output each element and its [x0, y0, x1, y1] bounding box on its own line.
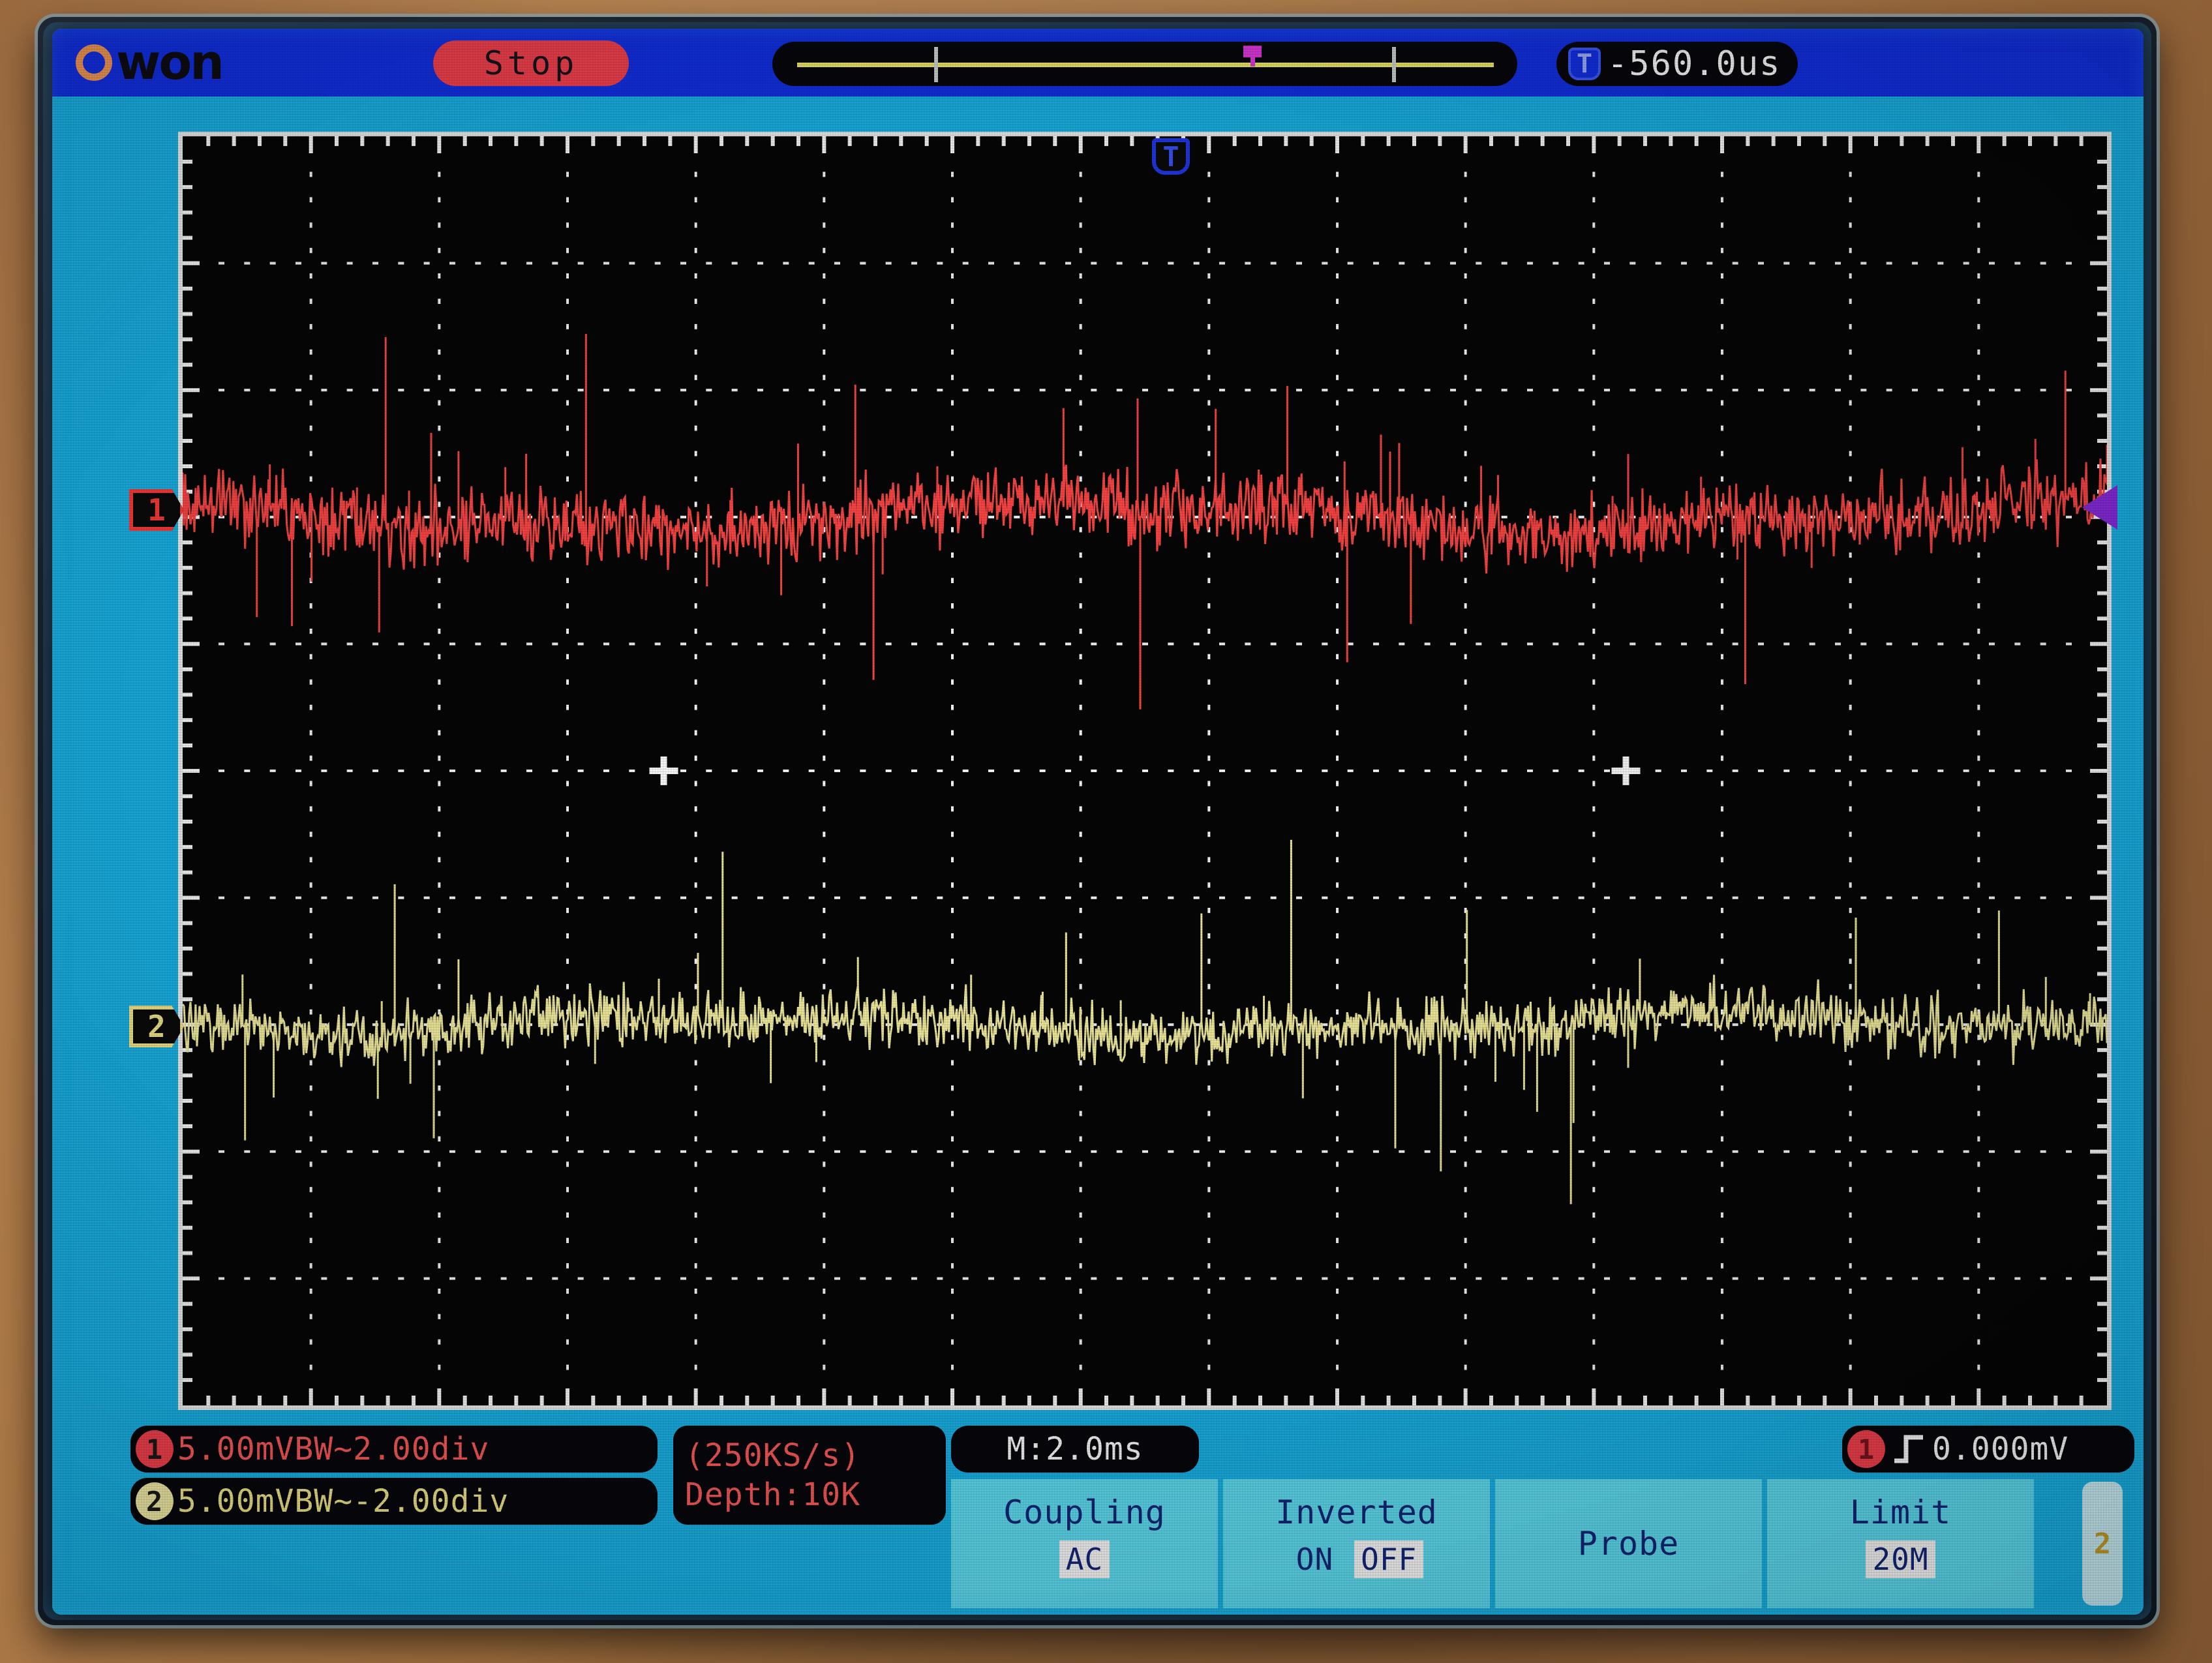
memory-trigger-marker-icon: [1243, 46, 1262, 67]
menu-button-probe[interactable]: Probe: [1495, 1479, 1762, 1608]
channel-select-tab[interactable]: 2: [2082, 1482, 2123, 1606]
trigger-t-icon: T: [1568, 48, 1601, 80]
top-status-bar: won Stop T -560.0us: [52, 29, 2144, 97]
waveform-area: [183, 136, 2107, 1405]
lcd-screen: won Stop T -560.0us 1 2 T 1 5.00mVBW~2.0…: [52, 29, 2144, 1615]
right-chrome: [2112, 97, 2144, 1411]
channel-1-badge: 1: [136, 1430, 174, 1468]
menu-options-coupling: AC: [1059, 1540, 1110, 1578]
grid-dots: [192, 146, 2098, 1396]
function-menu-bar: Coupling AC Inverted ON OFF Probe Limit …: [951, 1479, 2034, 1608]
channel-2-marker-label: 2: [147, 1009, 166, 1044]
menu-options-limit: 20M: [1866, 1540, 1935, 1578]
menu-option-20m[interactable]: 20M: [1866, 1540, 1935, 1578]
memory-tick-left: [934, 47, 938, 82]
owon-wordmark: won: [116, 35, 224, 91]
trigger-position-badge[interactable]: T: [1152, 138, 1190, 175]
channel-2-badge: 2: [136, 1482, 174, 1520]
channel-select-tab-label: 2: [2093, 1527, 2112, 1561]
timebase-readout[interactable]: M:2.0ms: [951, 1426, 1199, 1473]
menu-label-probe: Probe: [1577, 1525, 1680, 1563]
owon-o-icon: [76, 44, 112, 81]
time-offset-value: -560.0us: [1607, 44, 1781, 83]
menu-label-inverted: Inverted: [1275, 1493, 1438, 1531]
trigger-level-value: 0.000mV: [1932, 1431, 2069, 1467]
menu-options-inverted: ON OFF: [1290, 1540, 1424, 1578]
trigger-level-arrow-icon[interactable]: [2082, 485, 2117, 530]
menu-button-inverted[interactable]: Inverted ON OFF: [1223, 1479, 1490, 1608]
center-cross-left-icon: [649, 757, 678, 785]
memory-tick-right: [1392, 47, 1396, 82]
left-chrome: [52, 97, 178, 1411]
waveform-svg: [183, 136, 2107, 1405]
channel-2-waveform: [183, 839, 2107, 1205]
channel-1-settings: 5.00mVBW~2.00div: [177, 1431, 490, 1467]
sample-rate-value: (250KS/s): [685, 1437, 861, 1474]
memory-position-strip[interactable]: [772, 42, 1517, 86]
menu-label-coupling: Coupling: [1003, 1493, 1166, 1531]
rising-edge-icon: [1894, 1435, 1923, 1463]
channel-2-settings: 5.00mVBW~-2.00div: [177, 1483, 509, 1520]
trigger-position-label: T: [1162, 140, 1179, 173]
owon-logo: won: [76, 35, 224, 91]
menu-option-on[interactable]: ON: [1290, 1540, 1340, 1578]
trigger-readout[interactable]: 1 0.000mV: [1842, 1426, 2134, 1473]
run-state-badge[interactable]: Stop: [433, 40, 629, 86]
timebase-value: M:2.0ms: [1007, 1431, 1144, 1467]
memory-depth-value: Depth:10K: [685, 1476, 861, 1513]
memory-window-line: [797, 63, 1494, 67]
menu-option-ac[interactable]: AC: [1059, 1540, 1110, 1578]
waveform-graticule[interactable]: [178, 132, 2112, 1410]
menu-button-coupling[interactable]: Coupling AC: [951, 1479, 1218, 1608]
run-state-label: Stop: [483, 44, 579, 82]
menu-label-limit: Limit: [1849, 1493, 1952, 1531]
time-offset-readout: T -560.0us: [1556, 42, 1798, 86]
channel-1-readout[interactable]: 1 5.00mVBW~2.00div: [130, 1426, 658, 1473]
acquisition-readout: (250KS/s) Depth:10K: [673, 1426, 946, 1525]
center-cross-right-icon: [1611, 757, 1641, 785]
menu-option-off[interactable]: OFF: [1354, 1540, 1424, 1578]
menu-button-limit[interactable]: Limit 20M: [1767, 1479, 2034, 1608]
channel-1-marker-label: 1: [147, 492, 166, 528]
channel-2-readout[interactable]: 2 5.00mVBW~-2.00div: [130, 1478, 658, 1525]
trigger-source-badge: 1: [1847, 1430, 1885, 1468]
